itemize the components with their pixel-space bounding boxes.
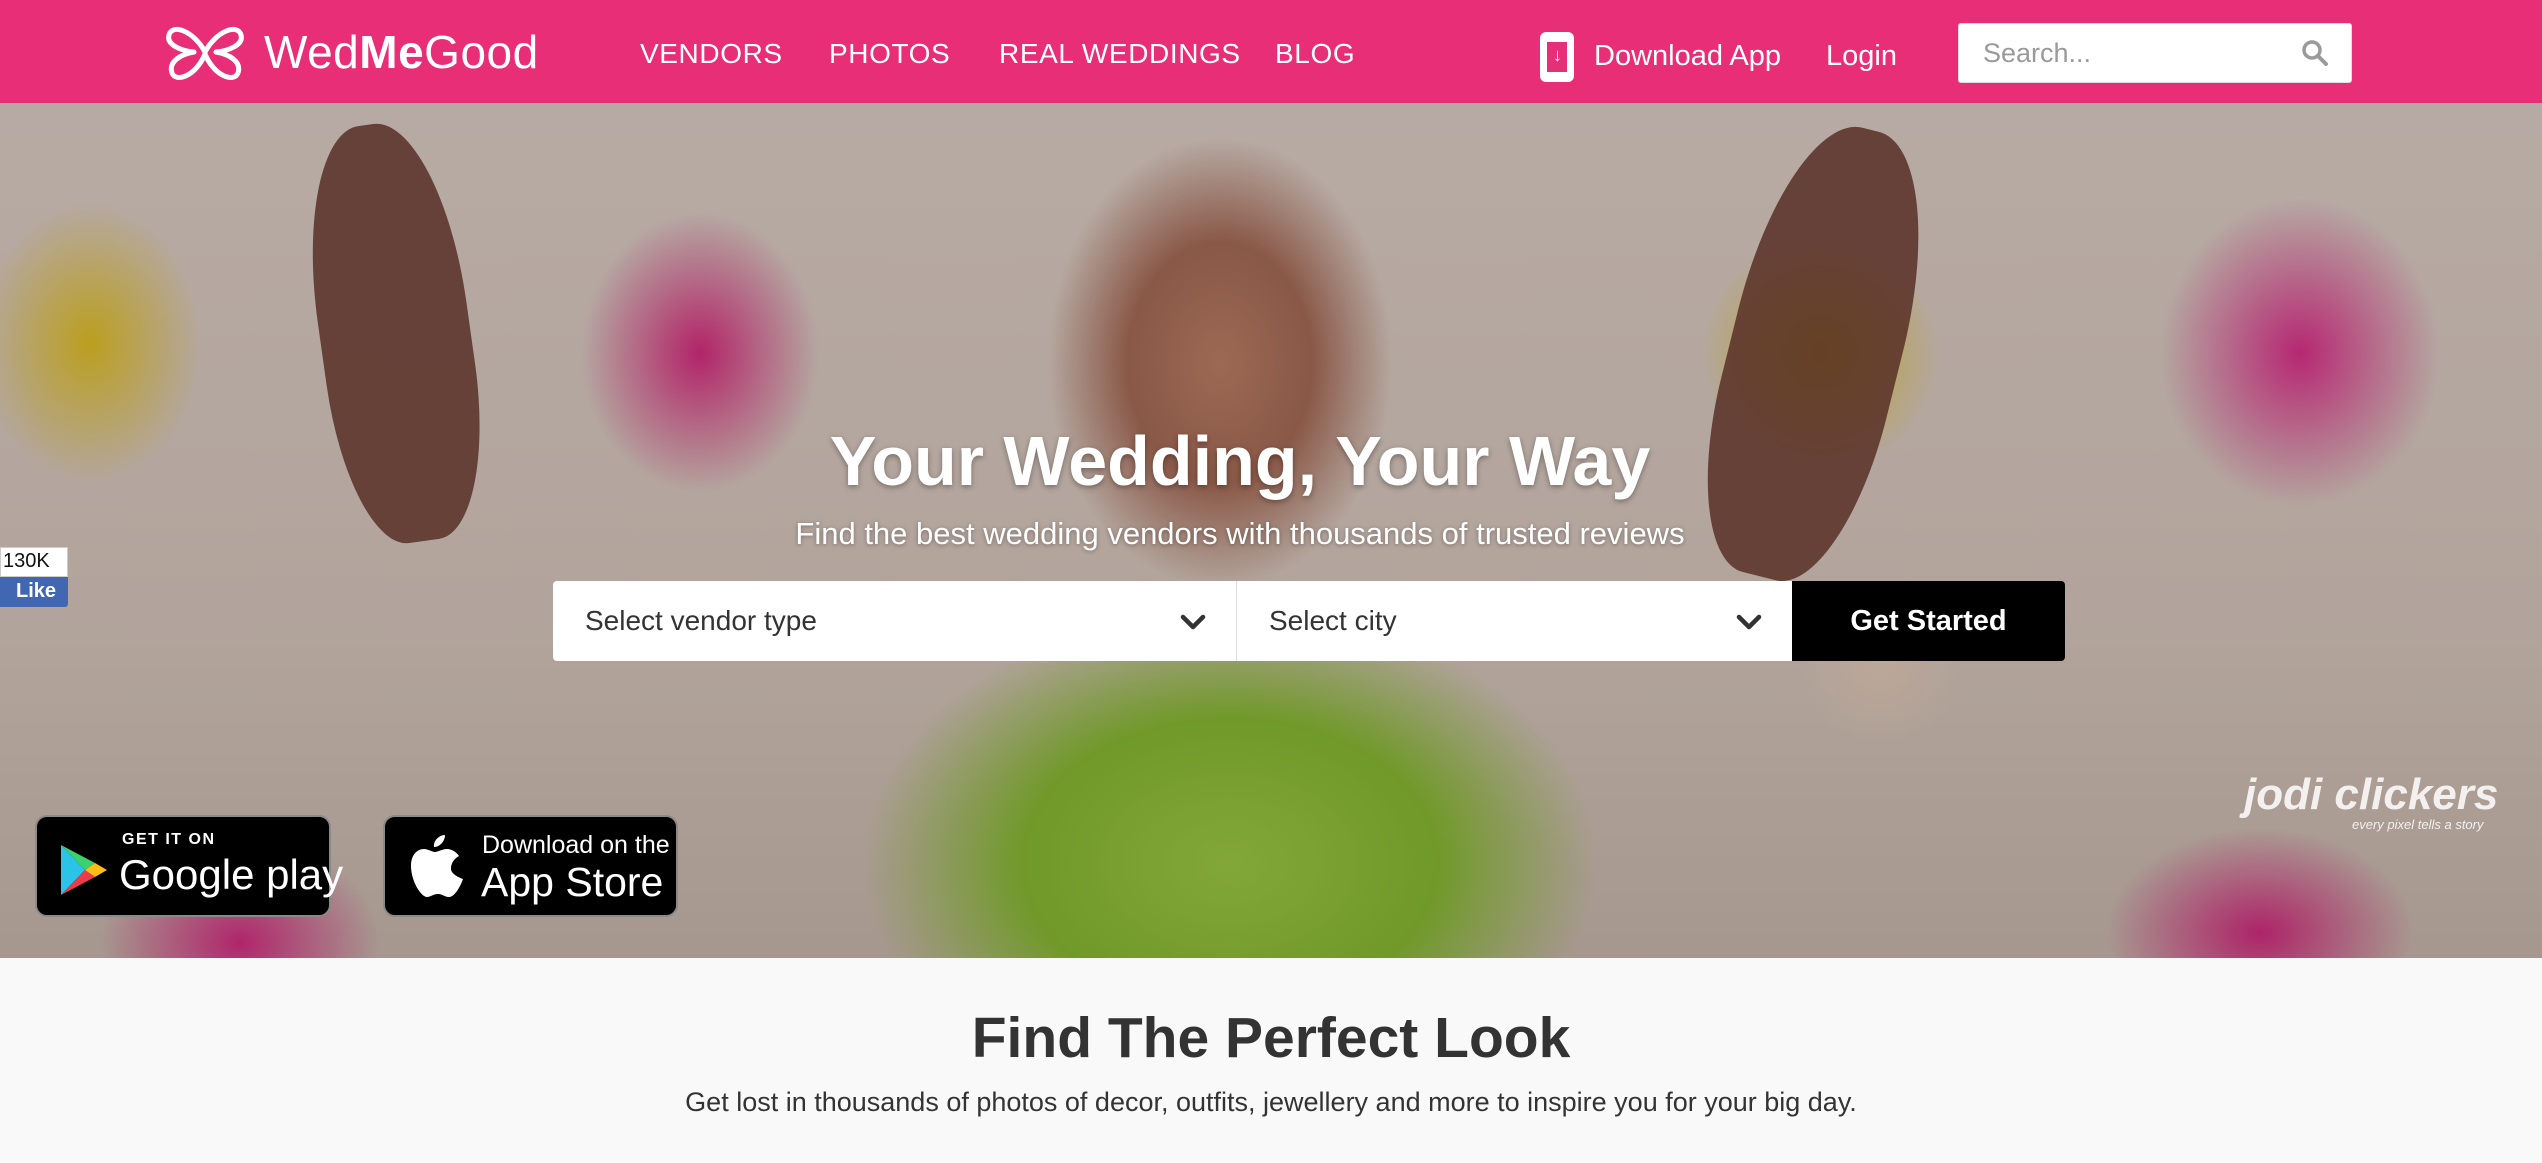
- top-navbar: WedMeGood VENDORS PHOTOS REAL WEDDINGS B…: [0, 0, 2542, 103]
- chevron-down-icon: [1736, 614, 1762, 630]
- search-box: [1958, 23, 2352, 83]
- site-logo[interactable]: WedMeGood: [164, 20, 539, 84]
- nav-real-weddings[interactable]: REAL WEDDINGS: [999, 38, 1241, 70]
- download-app-link[interactable]: Download App: [1594, 40, 1781, 73]
- section-title: Find The Perfect Look: [971, 1006, 1571, 1070]
- butterfly-logo-icon: [166, 27, 244, 80]
- hero-banner: Your Wedding, Your Way Find the best wed…: [0, 103, 2542, 958]
- facebook-like-widget: 130K Like: [0, 547, 68, 607]
- google-play-big-text: Google play: [119, 851, 344, 898]
- apple-icon: [411, 835, 463, 897]
- app-store-small-text: Download on the: [482, 831, 670, 859]
- google-play-icon: [61, 845, 107, 895]
- facebook-like-count: 130K: [0, 547, 68, 577]
- login-link[interactable]: Login: [1826, 40, 1897, 73]
- search-input[interactable]: [1959, 24, 2289, 82]
- search-icon[interactable]: [2301, 39, 2329, 67]
- section-subtitle: Get lost in thousands of photos of decor…: [685, 1087, 1857, 1117]
- vendor-search-bar: Select vendor type Select city Get Start…: [553, 581, 2065, 663]
- logo-text: WedMeGood: [264, 26, 539, 78]
- app-store-big-text: App Store: [481, 859, 664, 905]
- app-store-badge[interactable]: Download on the App Store: [383, 815, 678, 917]
- photographer-watermark-tagline: every pixel tells a story: [2352, 817, 2484, 832]
- chevron-down-icon: [1180, 614, 1206, 630]
- google-play-badge[interactable]: GET IT ON Google play: [35, 815, 343, 917]
- photographer-watermark: jodi clickers: [2244, 770, 2499, 819]
- google-play-small-text: GET IT ON: [122, 831, 216, 848]
- nav-photos[interactable]: PHOTOS: [829, 38, 950, 70]
- nav-blog[interactable]: BLOG: [1275, 38, 1355, 70]
- facebook-like-button[interactable]: Like: [0, 577, 68, 607]
- city-select[interactable]: Select city: [1237, 581, 1792, 661]
- city-value: Select city: [1269, 605, 1397, 636]
- vendor-type-select[interactable]: Select vendor type: [553, 581, 1237, 661]
- facebook-like-label: Like: [16, 580, 57, 602]
- hero-subtitle: Find the best wedding vendors with thous…: [795, 516, 1685, 551]
- vendor-type-value: Select vendor type: [585, 605, 817, 636]
- phone-download-icon[interactable]: ↓: [1540, 32, 1574, 82]
- nav-vendors[interactable]: VENDORS: [640, 38, 783, 70]
- get-started-button[interactable]: Get Started: [1792, 581, 2065, 661]
- hero-title: Your Wedding, Your Way: [829, 422, 1651, 500]
